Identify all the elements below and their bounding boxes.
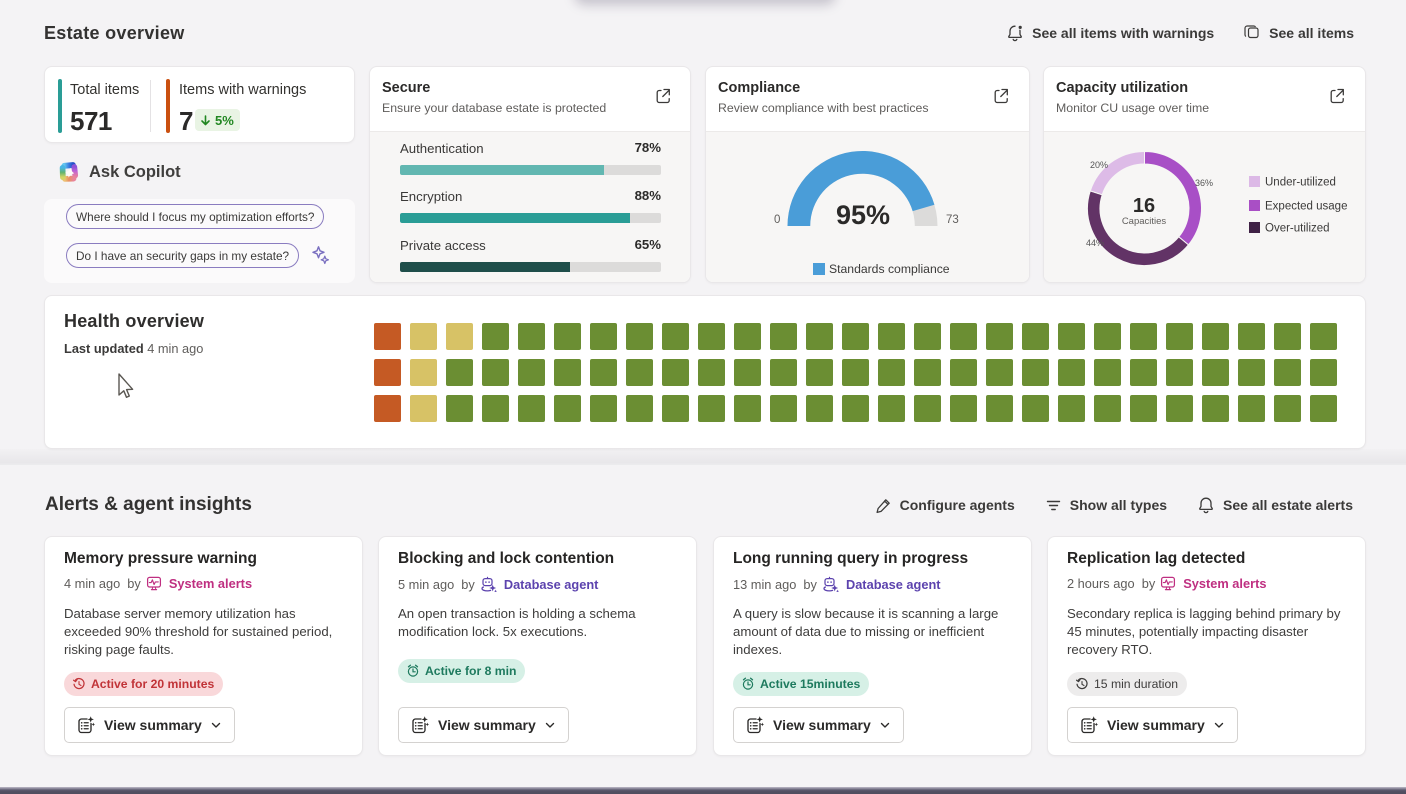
svg-text:95%: 95% (836, 200, 890, 230)
svg-text:Over-utilized: Over-utilized (1265, 223, 1330, 235)
svg-text:Standards compliance: Standards compliance (829, 262, 950, 276)
svg-text:0: 0 (774, 214, 780, 226)
svg-text:73: 73 (946, 214, 959, 226)
svg-text:16: 16 (1133, 195, 1155, 217)
svg-text:36%: 36% (1195, 178, 1213, 188)
svg-text:Expected usage: Expected usage (1265, 201, 1347, 213)
svg-text:44%: 44% (1086, 238, 1104, 248)
svg-text:Under-utilized: Under-utilized (1265, 177, 1336, 189)
svg-text:20%: 20% (1090, 160, 1108, 170)
svg-text:Capacities: Capacities (1122, 216, 1167, 227)
